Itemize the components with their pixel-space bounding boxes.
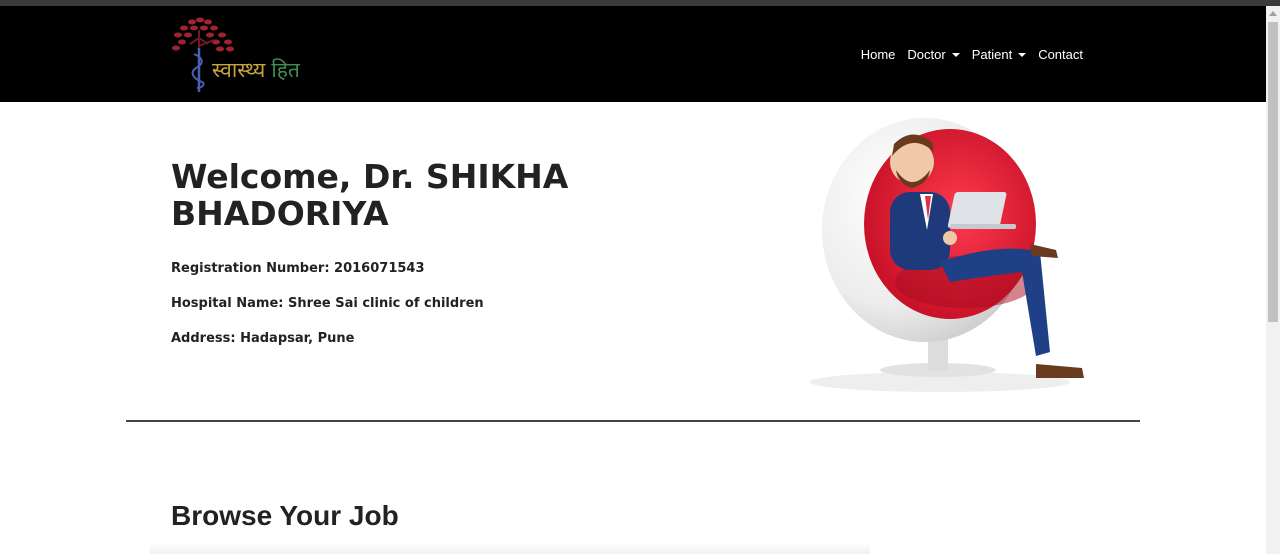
registration-number: Registration Number: 2016071543	[171, 261, 425, 276]
nav-home-label: Home	[860, 46, 896, 62]
nav-doctor-label: Doctor	[907, 46, 946, 62]
nav-patient-label: Patient	[971, 46, 1013, 62]
caret-down-icon	[951, 52, 960, 57]
content-fade	[150, 542, 870, 554]
nav-patient-dropdown[interactable]: Patient	[966, 46, 1032, 62]
caret-down-icon	[1018, 52, 1027, 57]
nav-doctor-dropdown[interactable]: Doctor	[901, 46, 965, 62]
nav-menu: Home Doctor Patient Contact	[855, 46, 1089, 62]
nav-contact-label: Contact	[1038, 46, 1083, 62]
nav-contact-link[interactable]: Contact	[1032, 46, 1089, 62]
address: Address: Hadapsar, Pune	[171, 331, 355, 346]
section-divider	[126, 420, 1140, 422]
welcome-heading: Welcome, Dr. SHIKHA BHADORIYA	[171, 157, 569, 233]
logo-word-2: हित	[271, 58, 300, 82]
scroll-up-icon[interactable]	[1269, 11, 1277, 16]
man-in-egg-chair-illustration	[810, 118, 1084, 392]
doctor-illustration	[800, 112, 1100, 397]
site-logo[interactable]: स्वास्थ्य हित	[170, 16, 320, 92]
browse-jobs-heading: Browse Your Job	[171, 500, 399, 531]
navbar: स्वास्थ्य हित Home Doctor Patient Contact	[0, 6, 1266, 102]
nav-home-link[interactable]: Home	[855, 46, 902, 62]
hospital-name: Hospital Name: Shree Sai clinic of child…	[171, 296, 484, 311]
logo-wordmark: स्वास्थ्य हित	[212, 56, 300, 84]
logo-word-1: स्वास्थ्य	[212, 58, 266, 82]
scrollbar-thumb[interactable]	[1268, 22, 1278, 322]
page-scrollbar[interactable]	[1266, 6, 1280, 554]
